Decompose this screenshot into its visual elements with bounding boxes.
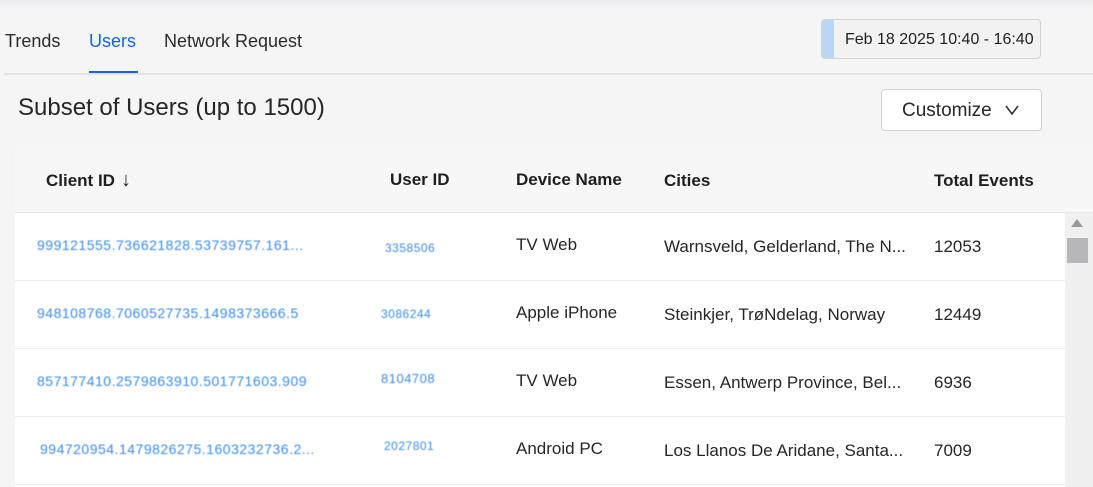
date-range-picker[interactable]: Feb 18 2025 10:40 - 16:40 bbox=[821, 19, 1041, 59]
client-id-link[interactable]: 994720954.1479826275.1603232736.2... bbox=[40, 441, 325, 457]
user-id-link[interactable]: 8104708 bbox=[381, 371, 471, 386]
column-header-user-id[interactable]: User ID bbox=[390, 170, 450, 190]
device-name: TV Web bbox=[516, 235, 578, 254]
user-id-link[interactable]: 3358506 bbox=[385, 241, 475, 255]
section-title: Subset of Users (up to 1500) bbox=[18, 94, 325, 121]
tab-bar: Trends Users Network Request Feb 18 2025… bbox=[0, 0, 1093, 74]
total-events: 7009 bbox=[934, 441, 972, 460]
column-header-client-id[interactable]: Client ID ↓ bbox=[46, 169, 131, 192]
client-id-link[interactable]: 999121555.736621828.53739757.161... bbox=[37, 237, 347, 253]
table-header: Client ID ↓ User ID Device Name Cities To… bbox=[15, 145, 1093, 213]
client-id-link[interactable]: 948108768.7060527735.1498373666.5 bbox=[37, 305, 347, 321]
city: Warnsveld, Gelderland, The N... bbox=[664, 237, 906, 256]
total-events: 12449 bbox=[934, 305, 982, 324]
column-header-cities[interactable]: Cities bbox=[664, 171, 710, 191]
table-row[interactable]: 948108768.7060527735.1498373666.5 308624… bbox=[15, 281, 1065, 349]
total-events: 6936 bbox=[934, 373, 972, 392]
chevron-down-icon bbox=[1005, 105, 1019, 116]
column-header-total-events[interactable]: Total Events bbox=[934, 171, 1034, 191]
table-row[interactable]: 994720954.1479826275.1603232736.2... 202… bbox=[15, 417, 1065, 485]
customize-button[interactable]: Customize bbox=[881, 89, 1042, 131]
table-row[interactable]: 857177410.2579863910.501771603.909 81047… bbox=[15, 349, 1065, 417]
device-name: TV Web bbox=[516, 371, 578, 390]
scrollbar-thumb[interactable] bbox=[1067, 238, 1088, 263]
device-name: Android PC bbox=[516, 439, 603, 458]
client-id-link[interactable]: 857177410.2579863910.501771603.909 bbox=[37, 373, 322, 389]
date-range-label: Feb 18 2025 10:40 - 16:40 bbox=[845, 31, 1034, 48]
column-label: Client ID bbox=[46, 171, 115, 190]
users-page: Trends Users Network Request Feb 18 2025… bbox=[0, 0, 1093, 487]
user-id-link[interactable]: 2027801 bbox=[384, 439, 474, 453]
city: Los Llanos De Aridane, Santa... bbox=[664, 441, 904, 460]
total-events: 12053 bbox=[934, 237, 982, 256]
table-row[interactable]: 999121555.736621828.53739757.161... 3358… bbox=[15, 213, 1065, 281]
city: Essen, Antwerp Province, Bel... bbox=[664, 373, 902, 392]
users-table: Client ID ↓ User ID Device Name Cities To… bbox=[15, 145, 1093, 487]
table-scrollbar[interactable] bbox=[1065, 213, 1093, 487]
city: Steinkjer, TrøNdelag, Norway bbox=[664, 305, 886, 324]
date-range-accent bbox=[822, 20, 834, 58]
column-header-device-name[interactable]: Device Name bbox=[516, 170, 622, 190]
sort-desc-icon: ↓ bbox=[120, 169, 131, 191]
user-id-link[interactable]: 3086244 bbox=[381, 307, 471, 321]
customize-label: Customize bbox=[902, 100, 992, 121]
tab-network-request[interactable]: Network Request bbox=[164, 31, 302, 52]
device-name: Apple iPhone bbox=[516, 303, 618, 322]
tab-users[interactable]: Users bbox=[89, 31, 136, 52]
tabs-divider bbox=[4, 73, 1093, 75]
scroll-up-arrow-icon[interactable] bbox=[1071, 219, 1083, 227]
tab-trends[interactable]: Trends bbox=[5, 31, 60, 52]
